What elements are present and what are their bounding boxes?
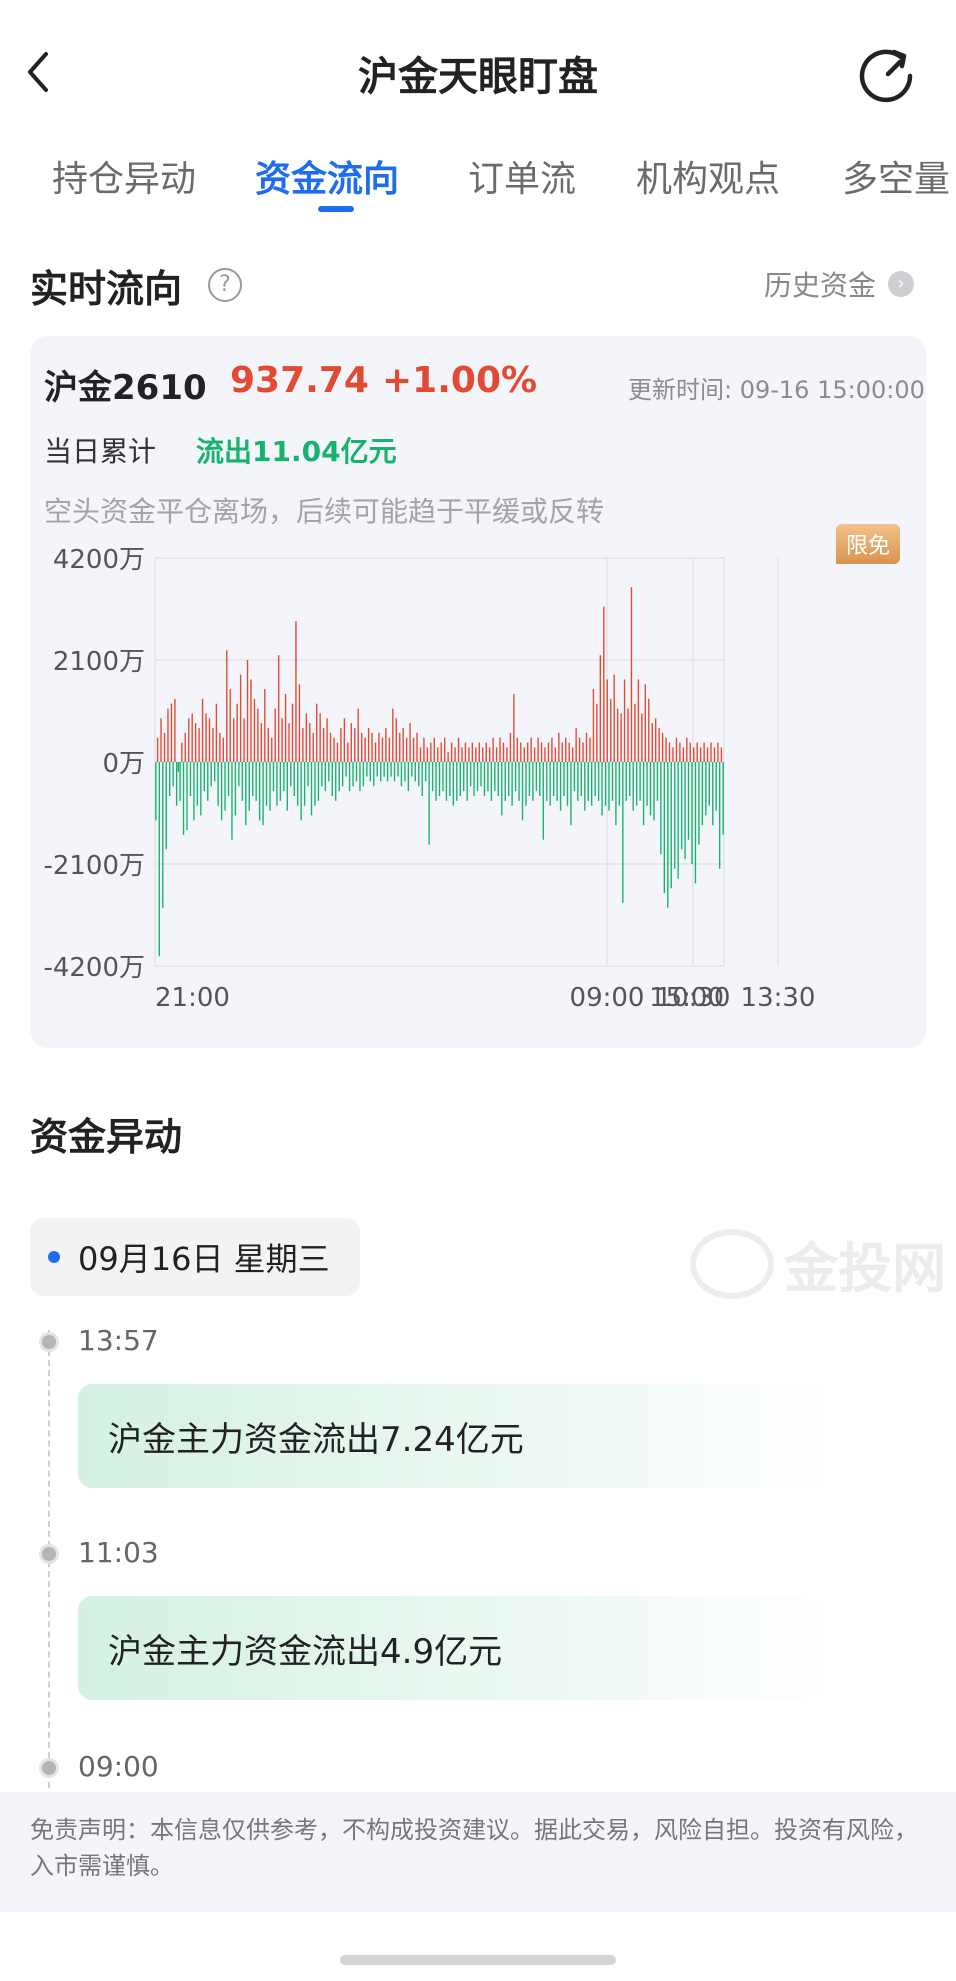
chevron-right-icon: › [888,271,915,297]
update-time: 更新时间: 09-16 15:00:00 [628,376,925,404]
y-tick-label: -2100万 [43,851,145,881]
event-text: 沪金主力资金流出4.9亿元 [108,1631,503,1672]
event-card[interactable]: 沪金主力资金流出7.24亿元 [78,1384,848,1488]
x-tick-label: 09:00 [570,983,645,1013]
timeline-dot [39,1758,59,1778]
history-capital-label: 历史资金 [764,269,877,302]
y-tick-label: 2100万 [53,647,145,677]
cumulative-label: 当日累计 [44,435,157,468]
contract-price: 937.74 [230,360,369,401]
home-indicator[interactable] [340,1955,616,1965]
disclaimer-text: 免责声明：本信息仅供参考，不构成投资建议。据此交易，风险自担。投资有风险，入市需… [30,1816,918,1880]
event-time: 09:00 [78,1750,159,1783]
active-tab-indicator [318,206,354,212]
x-tick-label: 13:30 [741,983,816,1013]
y-tick-label: -4200万 [43,953,145,983]
event-text: 沪金主力资金流出7.24亿元 [108,1419,524,1460]
tab-bar: 持仓异动 资金流向 订单流 机构观点 多空量 [0,150,956,220]
y-tick-label: 0万 [102,749,145,779]
tab-capital-flow[interactable]: 资金流向 [255,150,399,202]
capital-flow-chart: 4200万2100万0万-2100万-4200万21:00 09:00 10:30 1… [43,546,816,1013]
page-title: 沪金天眼盯盘 [358,54,598,100]
tab-order-flow[interactable]: 订单流 [468,150,576,202]
x-tick-label: 15:00 [649,983,724,1013]
flow-note: 空头资金平仓离场，后续可能趋于平缓或反转 [44,495,605,528]
tab-long-short[interactable]: 多空量 [842,150,950,202]
event-card[interactable]: 沪金主力资金流出4.9亿元 [78,1596,848,1700]
question-icon[interactable]: ? [208,268,242,302]
watermark: 金投网 [690,1224,946,1303]
date-pill: 09月16日 星期三 [30,1218,360,1296]
date-dot [48,1251,60,1263]
events-title: 资金异动 [30,1115,183,1159]
refresh-button[interactable] [858,44,918,104]
event-time: 13:57 [78,1324,159,1357]
cumulative-value: 流出11.04亿元 [196,435,397,468]
realtime-title: 实时流向 [30,267,183,311]
timeline-dot [39,1544,59,1564]
date-text: 09月16日 星期三 [78,1240,330,1278]
x-tick-label: 21:00 [155,983,230,1013]
history-capital-link[interactable]: 历史资金 › [764,264,915,304]
refresh-icon [859,49,913,103]
watermark-logo [690,1228,774,1299]
tab-holding-change[interactable]: 持仓异动 [52,150,196,202]
contract-name: 沪金2610 [44,368,207,408]
y-tick-label: 4200万 [53,546,145,575]
timeline-dot [39,1332,59,1352]
contract-change: +1.00% [382,360,538,401]
watermark-text: 金投网 [784,1237,946,1300]
tab-institution-views[interactable]: 机构观点 [636,150,780,202]
event-time: 11:03 [78,1536,159,1569]
